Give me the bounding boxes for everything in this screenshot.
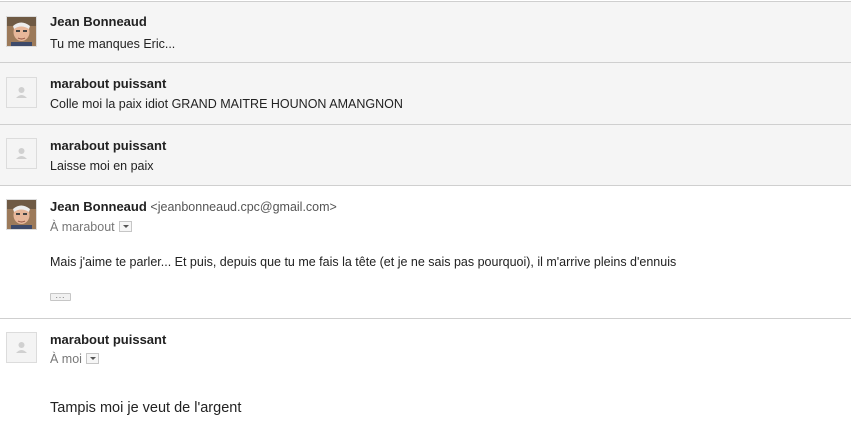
sender-name: marabout puissant	[50, 76, 167, 91]
sender-name: marabout puissant	[50, 138, 167, 153]
message-expanded: Jean Bonneaud <jeanbonneaud.cpc@gmail.co…	[0, 185, 851, 319]
avatar[interactable]	[6, 77, 37, 108]
avatar[interactable]	[6, 138, 37, 169]
recipient-line: À moi	[50, 352, 99, 366]
sender-email: <jeanbonneaud.cpc@gmail.com>	[150, 200, 337, 214]
message-collapsed[interactable]: Jean Bonneaud Tu me manques Eric...	[0, 1, 851, 63]
person-icon	[16, 87, 27, 98]
message-collapsed[interactable]: marabout puissant Laisse moi en paix	[0, 124, 851, 186]
message-snippet: Laisse moi en paix	[50, 159, 154, 173]
avatar[interactable]	[6, 199, 37, 230]
sender-line: Jean Bonneaud <jeanbonneaud.cpc@gmail.co…	[50, 199, 337, 214]
avatar[interactable]	[6, 332, 37, 363]
sender-name[interactable]: marabout puissant	[50, 332, 166, 347]
show-trimmed-content-button[interactable]: ...	[50, 293, 71, 301]
details-dropdown-button[interactable]	[118, 221, 132, 233]
details-dropdown-button[interactable]	[85, 353, 99, 365]
message-body: Mais j'aime te parler... Et puis, depuis…	[50, 255, 677, 269]
sender-name: Jean Bonneaud	[50, 14, 147, 29]
message-snippet: Colle moi la paix idiot GRAND MAITRE HOU…	[50, 97, 403, 111]
message-snippet: Tu me manques Eric...	[50, 37, 176, 51]
recipient-label: À marabout	[50, 220, 115, 234]
message-expanded: marabout puissant À moi Tampis moi je ve…	[0, 318, 851, 430]
message-body: Tampis moi je veut de l'argent	[50, 400, 242, 416]
avatar[interactable]	[6, 16, 37, 47]
message-collapsed[interactable]: marabout puissant Colle moi la paix idio…	[0, 62, 851, 124]
person-icon	[16, 148, 27, 159]
email-thread: Jean Bonneaud Tu me manques Eric... mara…	[0, 0, 851, 430]
person-icon	[16, 342, 27, 353]
recipient-line: À marabout	[50, 220, 132, 234]
recipient-label: À moi	[50, 352, 82, 366]
sender-name[interactable]: Jean Bonneaud	[50, 199, 147, 214]
